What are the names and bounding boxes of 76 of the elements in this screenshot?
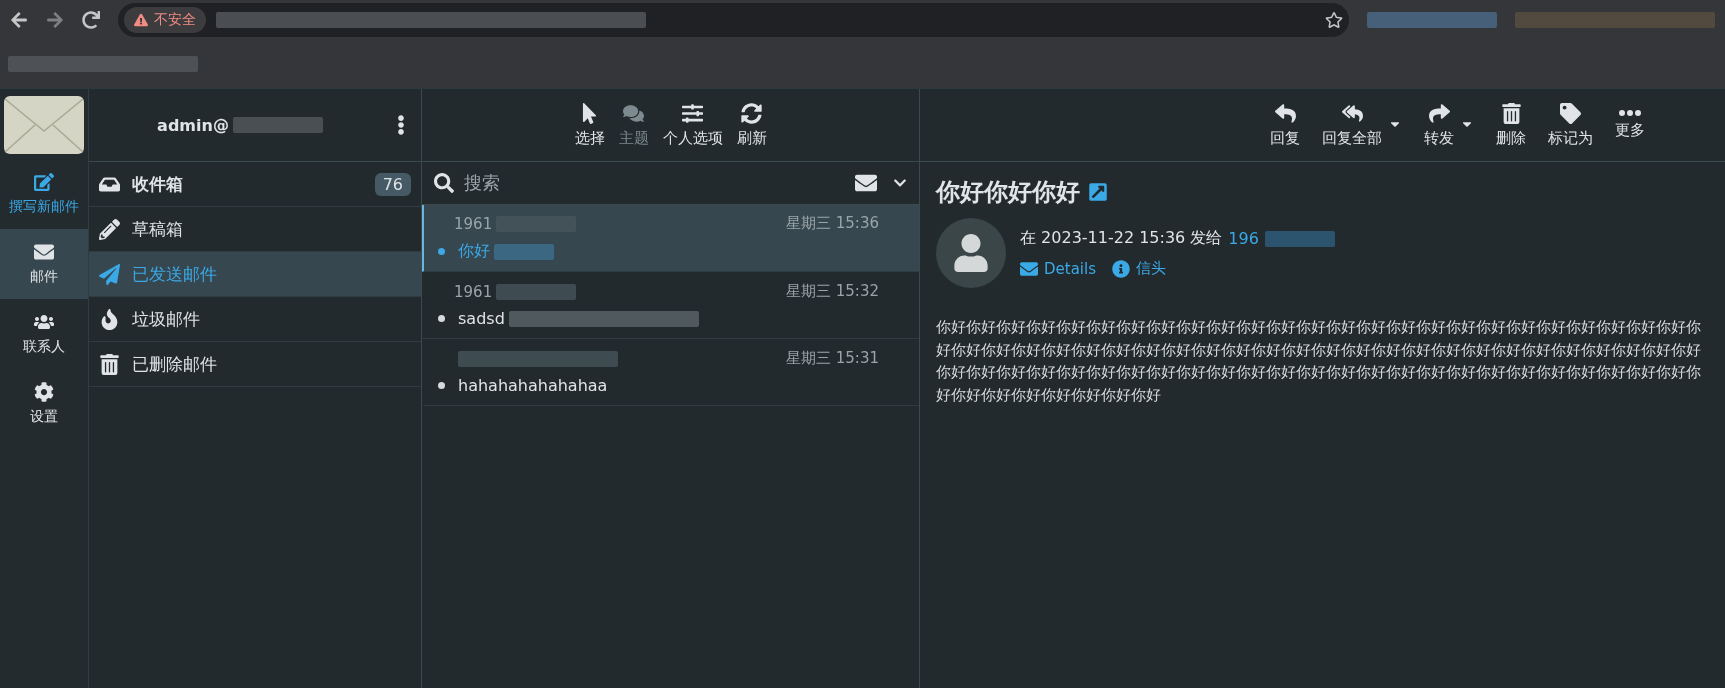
refresh-icon: [741, 102, 762, 124]
message-body: 你好你好你好你好你好你好你好你好你好你好你好你好你好你好你好你好你好你好你好你好你好你好你好你好你好你好你好你好你好你好你好你好你好你好你好你好你好你好你好你好你好你好你好你好你好你好你好你好你好你好你好你好你好你好你好你好你好你好你好你好你好你好你好你好你好你好你好你好你好你好你好你好你好你好你好你好你好你好你好你好你好你好你好你好: [936, 317, 1702, 406]
toolbar-button[interactable]: 转发: [1424, 102, 1454, 148]
header-link[interactable]: 信头: [1112, 259, 1166, 278]
forward-icon: [1428, 102, 1450, 124]
status-dot: [438, 248, 445, 255]
more-icon: [1619, 110, 1641, 116]
trash-icon: [99, 353, 120, 375]
external-link-icon[interactable]: [1088, 182, 1108, 202]
nav-item[interactable]: 设置: [0, 369, 88, 439]
folder-label: 草稿箱: [132, 217, 183, 241]
settings-icon: [34, 382, 54, 402]
compose-icon: [34, 172, 54, 192]
reply-icon: [1274, 102, 1296, 124]
pencil-icon: [99, 218, 120, 240]
toolbar-button[interactable]: 回复: [1270, 102, 1300, 148]
blurred-text: [494, 243, 554, 260]
blurred-text: [1264, 230, 1335, 247]
account-name: admin@: [89, 115, 391, 135]
folder-item[interactable]: 已发送邮件: [89, 252, 421, 297]
toolbar-button[interactable]: 更多: [1615, 102, 1645, 148]
search-field[interactable]: 搜索: [462, 171, 847, 195]
nav-item[interactable]: 邮件: [0, 229, 88, 299]
message-sender: 1961: [454, 214, 493, 233]
message-time: 星期三 15:36: [786, 214, 879, 233]
status-dot: [438, 315, 445, 322]
tag-icon: [1560, 102, 1581, 124]
trash-icon: [1500, 102, 1522, 124]
folder-label: 已删除邮件: [132, 352, 217, 376]
nav-item[interactable]: 联系人: [0, 299, 88, 369]
toolbar-button[interactable]: 标记为: [1548, 102, 1593, 148]
folder-label: 收件箱: [132, 172, 183, 196]
message-row[interactable]: 1961 星期三 15:36 你好: [422, 205, 919, 272]
header-link[interactable]: Details: [1020, 259, 1096, 278]
flame-icon: [99, 308, 120, 330]
folder-label: 已发送邮件: [132, 262, 217, 286]
message-subject: 你好: [458, 241, 490, 262]
speech-bubbles-icon: [623, 102, 644, 124]
back-icon[interactable]: [10, 11, 28, 29]
folder-label: 垃圾邮件: [132, 307, 200, 331]
security-chip[interactable]: 不安全: [124, 7, 206, 33]
message-title: 你好你好你好: [936, 177, 1080, 208]
star-icon[interactable]: [1325, 11, 1343, 29]
toolbar-button[interactable]: 回复全部: [1322, 102, 1382, 148]
message-row[interactable]: 星期三 15:31 hahahahahahahaa: [422, 339, 919, 406]
message-meta: 在 2023-11-22 15:36 发给: [1020, 228, 1223, 249]
message-sender: 1961: [454, 282, 493, 301]
address-bar[interactable]: 不安全: [118, 3, 1349, 37]
envelope-icon: [34, 242, 54, 262]
recipient-link[interactable]: 196: [1228, 229, 1259, 248]
info-icon: [1112, 259, 1130, 278]
folder-item[interactable]: 收件箱 76: [89, 162, 421, 207]
sliders-icon: [682, 102, 703, 124]
forward-icon[interactable]: [46, 11, 64, 29]
message-row[interactable]: 1961 星期三 15:32 sadsd: [422, 272, 919, 339]
message-time: 星期三 15:32: [786, 282, 879, 301]
folder-item[interactable]: 已删除邮件: [89, 342, 421, 387]
toolbar-button[interactable]: 选择: [574, 102, 605, 148]
envelope-icon: [1020, 259, 1038, 278]
unread-count: 76: [374, 172, 411, 196]
toolbar-button[interactable]: 个人选项: [662, 102, 723, 148]
nav-item[interactable]: 撰写新邮件: [0, 159, 88, 229]
message-subject: sadsd: [458, 309, 505, 328]
search-icon: [434, 173, 454, 193]
warning-icon: [134, 13, 148, 27]
reply-all-icon: [1341, 102, 1363, 124]
envelope-icon[interactable]: [855, 172, 877, 194]
reload-icon[interactable]: [82, 11, 100, 29]
toolbar-button[interactable]: 刷新: [736, 102, 767, 148]
people-icon: [34, 312, 54, 332]
folder-item[interactable]: 垃圾邮件: [89, 297, 421, 342]
message-subject: hahahahahahahaa: [458, 376, 608, 395]
toolbar-button[interactable]: 删除: [1496, 102, 1526, 148]
status-dot: [438, 382, 445, 389]
paper-plane-icon: [99, 263, 120, 285]
message-time: 星期三 15:31: [786, 349, 879, 368]
